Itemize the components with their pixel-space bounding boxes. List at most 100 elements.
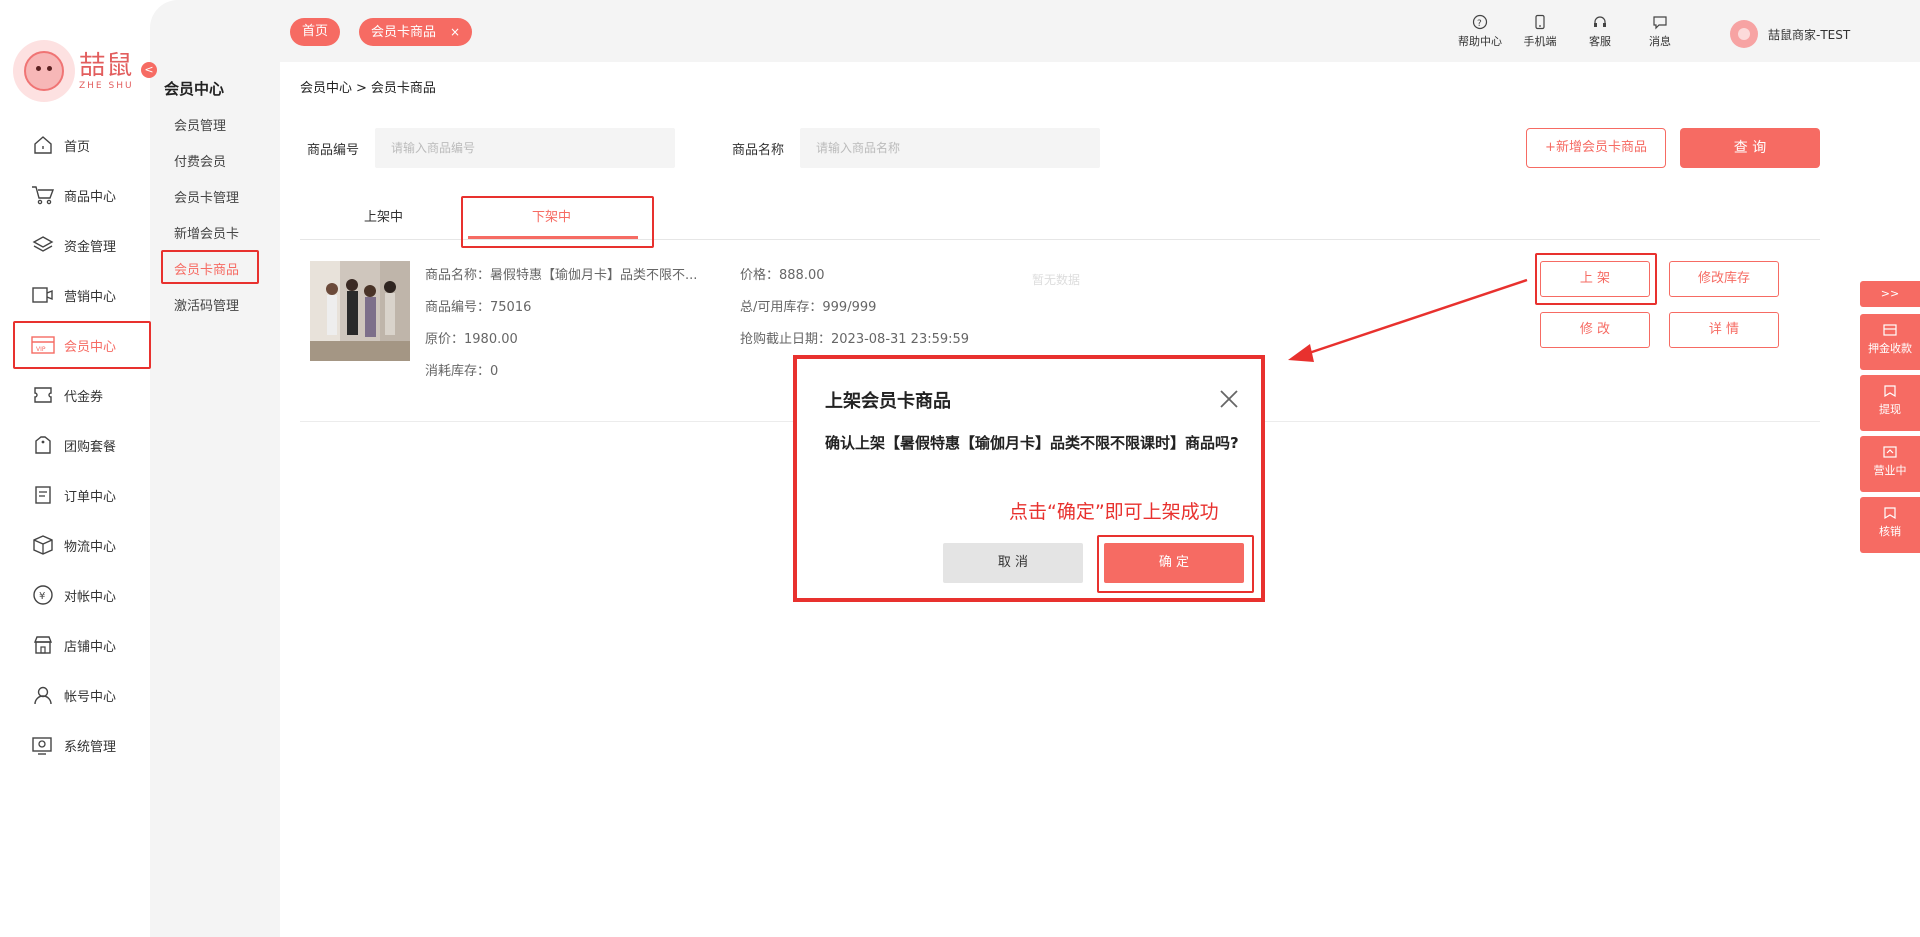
collapse-sidebar-button[interactable]: <	[141, 62, 157, 78]
breadcrumb-current: 会员卡商品	[370, 81, 436, 96]
tabs-divider	[300, 239, 1820, 240]
box-icon	[30, 533, 56, 557]
breadcrumb-root[interactable]: 会员中心	[300, 81, 352, 96]
home-icon	[30, 133, 56, 157]
system-icon	[30, 733, 56, 757]
nav-item-label: 会员中心	[64, 339, 117, 355]
nav-item-label: 店铺中心	[64, 639, 117, 655]
nav-item-label: 首页	[64, 139, 91, 155]
product-code-label: 商品编号	[307, 143, 360, 158]
nav-item-marketing[interactable]: 营销中心	[12, 272, 150, 318]
nav-item-orders[interactable]: 订单中心	[12, 472, 150, 518]
order-icon	[30, 483, 56, 507]
subnav-item-activation-codes[interactable]: 激活码管理	[174, 295, 239, 314]
layers-icon	[30, 233, 56, 257]
cart-icon	[30, 183, 56, 207]
product-price: 价格：888.00	[740, 268, 825, 283]
withdraw-button[interactable]: 提现	[1860, 375, 1920, 431]
nav-item-label: 商品中心	[64, 189, 117, 205]
yen-icon: ¥	[30, 583, 56, 607]
breadcrumb-separator: >	[356, 81, 367, 96]
verify-button[interactable]: 核销	[1860, 497, 1920, 553]
product-name-input[interactable]	[800, 128, 1100, 168]
breadcrumb: 会员中心 > 会员卡商品	[300, 77, 440, 96]
withdraw-icon	[1884, 385, 1896, 398]
nav-item-label: 物流中心	[64, 539, 117, 555]
subnav-item-member-manage[interactable]: 会员管理	[174, 115, 226, 134]
dialog-message: 确认上架【暑假特惠【瑜伽月卡】品类不限不限课时】商品吗?	[825, 434, 1239, 452]
svg-text:¥: ¥	[39, 591, 45, 602]
nav-item-group-buy[interactable]: 团购套餐	[12, 422, 150, 468]
mouse-logo-icon	[13, 40, 75, 102]
svg-text:?: ?	[1477, 19, 1482, 29]
shelf-button[interactable]: 上 架	[1540, 261, 1650, 297]
no-data-text: 暂无数据	[1032, 273, 1081, 287]
nav-item-label: 营销中心	[64, 289, 117, 305]
top-tab-home[interactable]: 首页	[290, 18, 341, 46]
nav-item-funds[interactable]: 资金管理	[12, 222, 150, 268]
subnav-item-card-manage[interactable]: 会员卡管理	[174, 187, 239, 206]
product-name-label: 商品名称	[732, 143, 785, 158]
product-consumed-stock: 消耗库存：0	[425, 364, 499, 379]
right-bar-toggle[interactable]: >>	[1860, 281, 1920, 307]
nav-item-member-center[interactable]: VIP 会员中心	[12, 322, 150, 368]
user-icon	[30, 683, 56, 707]
brand-logo[interactable]: 喆鼠 ZHE SHU	[13, 40, 134, 102]
user-name: 喆鼠商家-TEST	[1768, 27, 1851, 42]
subnav-item-paid-member[interactable]: 付费会员	[174, 151, 226, 170]
tab-on-shelf[interactable]: 上架中	[364, 206, 403, 225]
nav-item-label: 系统管理	[64, 739, 117, 755]
nav-item-home[interactable]: 首页	[12, 122, 150, 168]
nav-item-reconciliation[interactable]: ¥ 对帐中心	[12, 572, 150, 618]
nav-item-account[interactable]: 帐号中心	[12, 672, 150, 718]
top-tab-card-products[interactable]: 会员卡商品 ×	[359, 18, 473, 46]
cancel-button[interactable]: 取 消	[943, 543, 1083, 583]
customer-service-button[interactable]: 客服	[1570, 14, 1630, 49]
query-button[interactable]: 查 询	[1680, 128, 1820, 168]
annotation-tip: 点击“确定”即可上架成功	[1009, 501, 1219, 523]
help-center-button[interactable]: ? 帮助中心	[1450, 14, 1510, 49]
nav-item-label: 团购套餐	[64, 439, 117, 455]
product-code: 商品编号：75016	[425, 300, 532, 315]
message-icon	[1653, 16, 1667, 30]
shelf-confirm-dialog: 上架会员卡商品 确认上架【暑假特惠【瑜伽月卡】品类不限不限课时】商品吗? 点击“…	[793, 355, 1265, 602]
headset-icon	[1594, 16, 1606, 27]
edit-button[interactable]: 修 改	[1540, 312, 1650, 348]
confirm-button[interactable]: 确 定	[1104, 543, 1244, 583]
subnav-item-card-products[interactable]: 会员卡商品	[174, 259, 239, 278]
nav-item-label: 帐号中心	[64, 689, 117, 705]
verify-icon	[1884, 507, 1896, 520]
close-icon[interactable]	[1217, 387, 1241, 411]
vip-card-icon: VIP	[30, 333, 56, 357]
detail-button[interactable]: 详 情	[1669, 312, 1779, 348]
product-image	[310, 261, 410, 361]
nav-item-products[interactable]: 商品中心	[12, 172, 150, 218]
nav-item-system[interactable]: 系统管理	[12, 722, 150, 768]
top-bar: 首页 会员卡商品 × ? 帮助中心 手机端 客服 消息 喆鼠商家-TEST	[280, 0, 1920, 62]
business-status-button[interactable]: 营业中	[1860, 436, 1920, 492]
brand-name-en: ZHE SHU	[79, 81, 134, 91]
close-icon[interactable]: ×	[450, 25, 460, 39]
deposit-collect-button[interactable]: 押金收款	[1860, 314, 1920, 370]
product-code-input[interactable]	[375, 128, 675, 168]
wallet-icon	[1883, 324, 1897, 336]
video-icon	[30, 283, 56, 307]
dialog-title: 上架会员卡商品	[825, 391, 951, 412]
add-card-product-button[interactable]: +新增会员卡商品	[1526, 128, 1666, 168]
user-menu[interactable]: 喆鼠商家-TEST	[1730, 20, 1850, 48]
product-original-price: 原价：1980.00	[425, 332, 518, 347]
product-stock: 总/可用库存：999/999	[740, 300, 877, 315]
nav-item-label: 代金券	[64, 389, 104, 405]
tab-off-shelf[interactable]: 下架中	[532, 206, 571, 225]
nav-item-store[interactable]: 店铺中心	[12, 622, 150, 668]
messages-button[interactable]: 消息	[1630, 14, 1690, 49]
subnav-item-new-card[interactable]: 新增会员卡	[174, 223, 239, 242]
store-icon	[30, 633, 56, 657]
shop-open-icon	[1883, 446, 1897, 458]
mobile-button[interactable]: 手机端	[1510, 14, 1570, 49]
nav-item-logistics[interactable]: 物流中心	[12, 522, 150, 568]
edit-stock-button[interactable]: 修改库存	[1669, 261, 1779, 297]
sub-nav: 会员中心 会员管理 付费会员 会员卡管理 新增会员卡 会员卡商品 激活码管理	[150, 0, 280, 937]
nav-item-label: 资金管理	[64, 239, 117, 255]
nav-item-vouchers[interactable]: 代金券	[12, 372, 150, 418]
